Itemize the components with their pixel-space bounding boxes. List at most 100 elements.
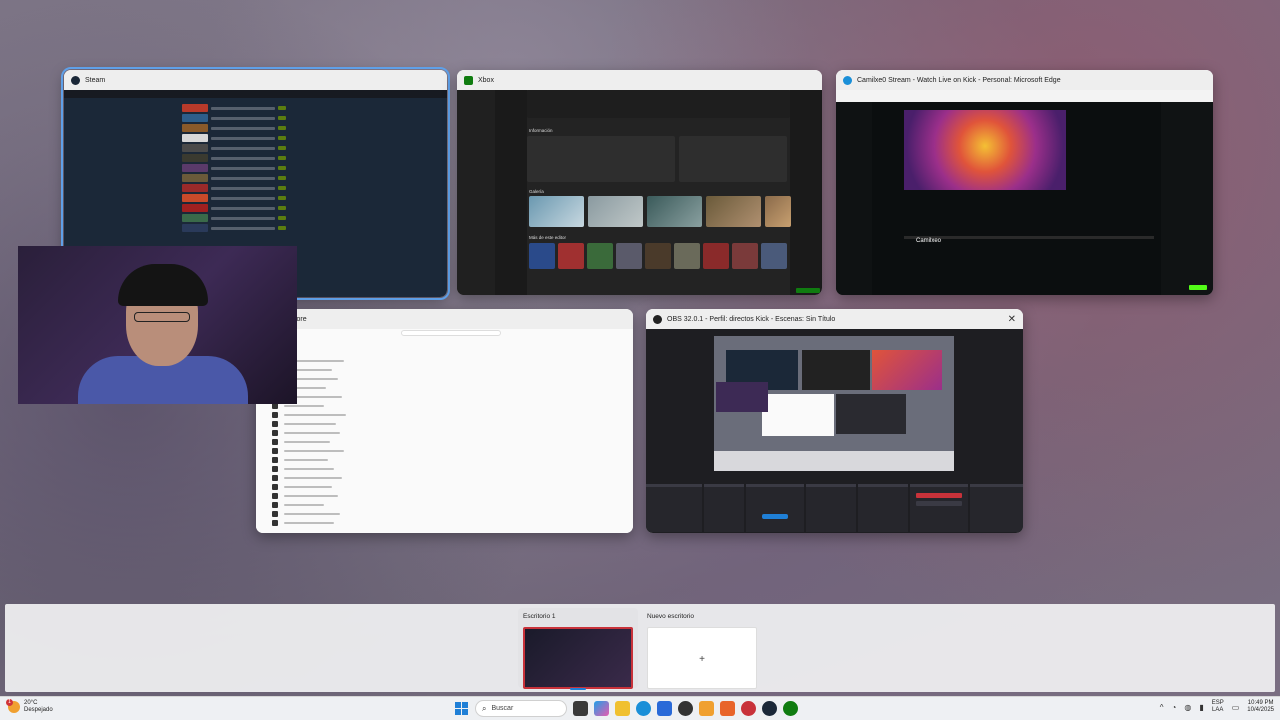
preview-window — [762, 394, 834, 436]
game-tile[interactable] — [587, 243, 613, 269]
kick-chat — [1161, 102, 1213, 295]
obs-popup-button[interactable] — [762, 514, 788, 519]
obs-dock-mixer — [746, 484, 804, 532]
language-indicator[interactable]: ESP LAA — [1212, 700, 1224, 714]
desktop-1-thumbnail — [523, 627, 633, 689]
clock[interactable]: 10:49 PM 10/4/2025 — [1247, 700, 1274, 714]
task-view-icon[interactable] — [573, 701, 588, 716]
window-title: Camilxe0 Stream - Watch Live on Kick - P… — [857, 76, 1061, 84]
weather-widget[interactable]: 1 20°C Despejado — [6, 699, 53, 714]
clock-date: 10/4/2025 — [1247, 707, 1274, 713]
steam-taskbar-icon[interactable] — [762, 701, 777, 716]
notification-badge: 1 — [6, 699, 13, 706]
table-row — [272, 430, 621, 436]
list-item — [182, 214, 286, 223]
obs-dock-transitions — [858, 484, 908, 532]
table-row — [272, 448, 621, 454]
table-row — [272, 466, 621, 472]
close-icon[interactable]: ✕ — [1008, 314, 1016, 325]
file-explorer-icon[interactable] — [615, 701, 630, 716]
app-icon[interactable] — [741, 701, 756, 716]
window-edge[interactable]: Camilxe0 Stream - Watch Live on Kick - P… — [836, 70, 1213, 295]
preview-webcam — [716, 382, 768, 412]
xbox-green-button[interactable] — [796, 288, 820, 293]
obs-icon — [653, 314, 662, 324]
kick-sidebar — [836, 102, 872, 295]
section-info: Información — [529, 128, 553, 133]
list-item — [182, 194, 286, 203]
network-icon[interactable]: ◔ — [1171, 703, 1176, 712]
gallery-image[interactable] — [529, 196, 584, 227]
store-content — [256, 329, 633, 533]
obs-dock-sources — [704, 484, 744, 532]
table-row — [272, 511, 621, 517]
taskbar-apps: ⌕ Buscar — [454, 700, 798, 717]
table-row — [272, 457, 621, 463]
plus-icon: + — [699, 653, 705, 665]
window-title: OBS 32.0.1 - Perfil: directos Kick - Esc… — [667, 315, 836, 323]
new-desktop[interactable]: Nuevo escritorio + — [642, 608, 762, 689]
xbox-info-panel — [527, 136, 675, 182]
follow-button[interactable] — [1189, 285, 1207, 290]
preview-window — [836, 394, 906, 434]
system-tray: ^ ◔ ◍ ▮ ESP LAA ▭ 10:49 PM 10/4/2025 — [1160, 700, 1274, 714]
clock-time: 10:49 PM — [1247, 700, 1274, 706]
game-tile[interactable] — [529, 243, 555, 269]
speaker-icon[interactable]: ◍ — [1184, 703, 1191, 712]
list-item — [182, 104, 286, 113]
display-icon[interactable]: ▭ — [1232, 703, 1240, 712]
section-gallery: Galería — [529, 189, 544, 194]
preview-window — [872, 350, 942, 390]
obs-control-button[interactable] — [916, 493, 962, 498]
list-item — [182, 164, 286, 173]
obs-dock-chat — [970, 484, 1023, 532]
gallery-image[interactable] — [588, 196, 643, 227]
list-item — [182, 144, 286, 153]
xbox-taskbar-icon[interactable] — [783, 701, 798, 716]
desktop-1[interactable]: Escritorio 1 — [518, 608, 638, 690]
app-icon[interactable] — [699, 701, 714, 716]
lang-bottom: LAA — [1212, 707, 1224, 713]
game-tile[interactable] — [674, 243, 700, 269]
game-tile[interactable] — [703, 243, 729, 269]
xbox-icon — [464, 75, 473, 85]
search-input[interactable]: ⌕ Buscar — [475, 700, 567, 717]
obs-control-button[interactable] — [916, 501, 962, 506]
copilot-icon[interactable] — [594, 701, 609, 716]
chevron-up-icon[interactable]: ^ — [1160, 703, 1164, 712]
stream-info-bar — [904, 236, 1154, 239]
list-item — [182, 174, 286, 183]
store-icon[interactable] — [657, 701, 672, 716]
weather-icon: 1 — [6, 699, 20, 713]
gallery-image[interactable] — [647, 196, 702, 227]
table-row — [272, 520, 621, 526]
game-tile[interactable] — [645, 243, 671, 269]
edge-icon[interactable] — [636, 701, 651, 716]
gallery-image[interactable] — [765, 196, 791, 227]
stream-video[interactable] — [904, 110, 1066, 190]
kick-content: Camilxeo — [836, 90, 1213, 295]
start-icon[interactable] — [454, 701, 469, 716]
window-title-bar: t Store — [256, 309, 633, 329]
mic-icon[interactable]: ▮ — [1199, 703, 1203, 712]
app-icon[interactable] — [720, 701, 735, 716]
obs-dock-controls — [910, 484, 968, 532]
window-title-bar: Xbox — [457, 70, 822, 90]
window-obs[interactable]: OBS 32.0.1 - Perfil: directos Kick - Esc… — [646, 309, 1023, 533]
desktop-1-label: Escritorio 1 — [523, 613, 556, 620]
table-row — [272, 502, 621, 508]
window-xbox[interactable]: Xbox Información Galería Más de este edi… — [457, 70, 822, 295]
game-tile[interactable] — [558, 243, 584, 269]
gallery-image[interactable] — [706, 196, 761, 227]
window-title: Xbox — [478, 76, 494, 84]
window-store[interactable]: t Store — [256, 309, 633, 533]
game-tile[interactable] — [761, 243, 787, 269]
search-icon: ⌕ — [482, 703, 487, 713]
table-row — [272, 412, 621, 418]
game-tile[interactable] — [616, 243, 642, 269]
store-search[interactable] — [401, 330, 501, 336]
game-tile[interactable] — [732, 243, 758, 269]
xbox-content: Información Galería Más de este editor — [457, 90, 822, 295]
weather-text: 20°C Despejado — [24, 700, 53, 714]
obs-taskbar-icon[interactable] — [678, 701, 693, 716]
